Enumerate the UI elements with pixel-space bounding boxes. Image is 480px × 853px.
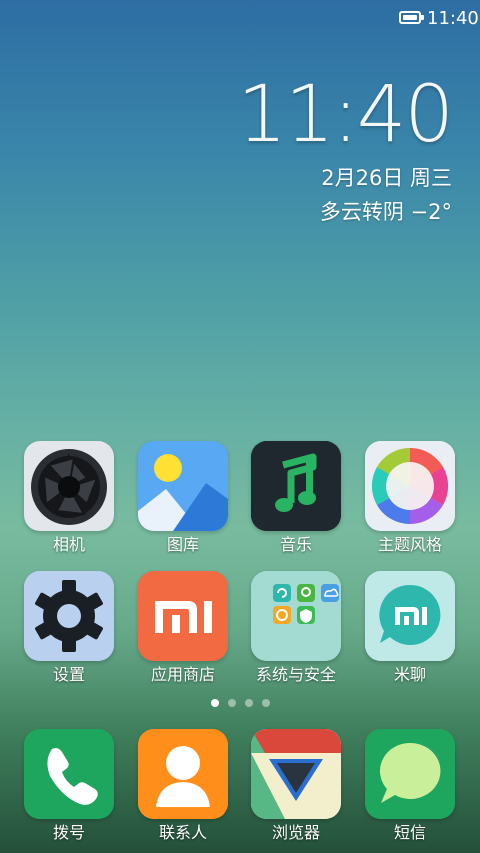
messages-icon: [365, 729, 455, 819]
dock-messages[interactable]: 短信: [353, 729, 467, 844]
page-indicator[interactable]: [210, 699, 270, 709]
clock-weather: 多云转阴 −2°: [319, 200, 452, 224]
app-miliao[interactable]: 米聊: [353, 571, 467, 686]
page-dot: [228, 699, 236, 707]
app-label: 主题风格: [377, 535, 442, 554]
app-label: 图库: [166, 535, 199, 554]
app-camera[interactable]: 相机: [12, 441, 126, 556]
status-time: 11:40: [427, 8, 479, 29]
app-gallery[interactable]: 图库: [126, 441, 240, 556]
page-dot-active: [211, 699, 219, 707]
dock-browser[interactable]: 浏览器: [239, 729, 353, 844]
dock-phone[interactable]: 拨号: [12, 729, 126, 844]
app-label: 拨号: [52, 823, 85, 842]
contacts-icon: [138, 729, 228, 819]
settings-icon: [24, 571, 114, 661]
app-label: 系统与安全: [255, 665, 336, 684]
status-bar: 11:40: [0, 0, 480, 36]
dock-contacts[interactable]: 联系人: [126, 729, 240, 844]
clock-time: 11:40: [237, 70, 454, 160]
app-settings[interactable]: 设置: [12, 571, 126, 686]
camera-icon: [24, 441, 114, 531]
music-icon: [251, 441, 341, 531]
clock-widget[interactable]: 11:40 2月26日 周三 多云转阴 −2°: [237, 70, 454, 226]
gallery-icon: [138, 441, 228, 531]
battery-icon: [399, 11, 424, 24]
app-store[interactable]: 应用商店: [126, 571, 240, 686]
app-music[interactable]: 音乐: [239, 441, 353, 556]
app-label: 浏览器: [271, 823, 320, 842]
app-label: 音乐: [279, 535, 312, 554]
app-label: 设置: [52, 665, 85, 684]
page-dot: [262, 699, 270, 707]
app-label: 短信: [393, 823, 426, 842]
theme-icon: [365, 441, 455, 531]
app-label: 联系人: [158, 823, 207, 842]
app-store-icon: [138, 571, 228, 661]
folder-icon: [251, 571, 341, 661]
app-label: 相机: [52, 535, 85, 554]
phone-icon: [24, 729, 114, 819]
app-theme[interactable]: 主题风格: [353, 441, 467, 556]
browser-icon: [251, 729, 341, 819]
page-dot: [245, 699, 253, 707]
app-folder-system-security[interactable]: 系统与安全: [239, 571, 353, 686]
clock-date: 2月26日 周三: [321, 166, 452, 190]
app-label: 米聊: [393, 665, 426, 684]
miliao-icon: [365, 571, 455, 661]
app-label: 应用商店: [150, 665, 215, 684]
